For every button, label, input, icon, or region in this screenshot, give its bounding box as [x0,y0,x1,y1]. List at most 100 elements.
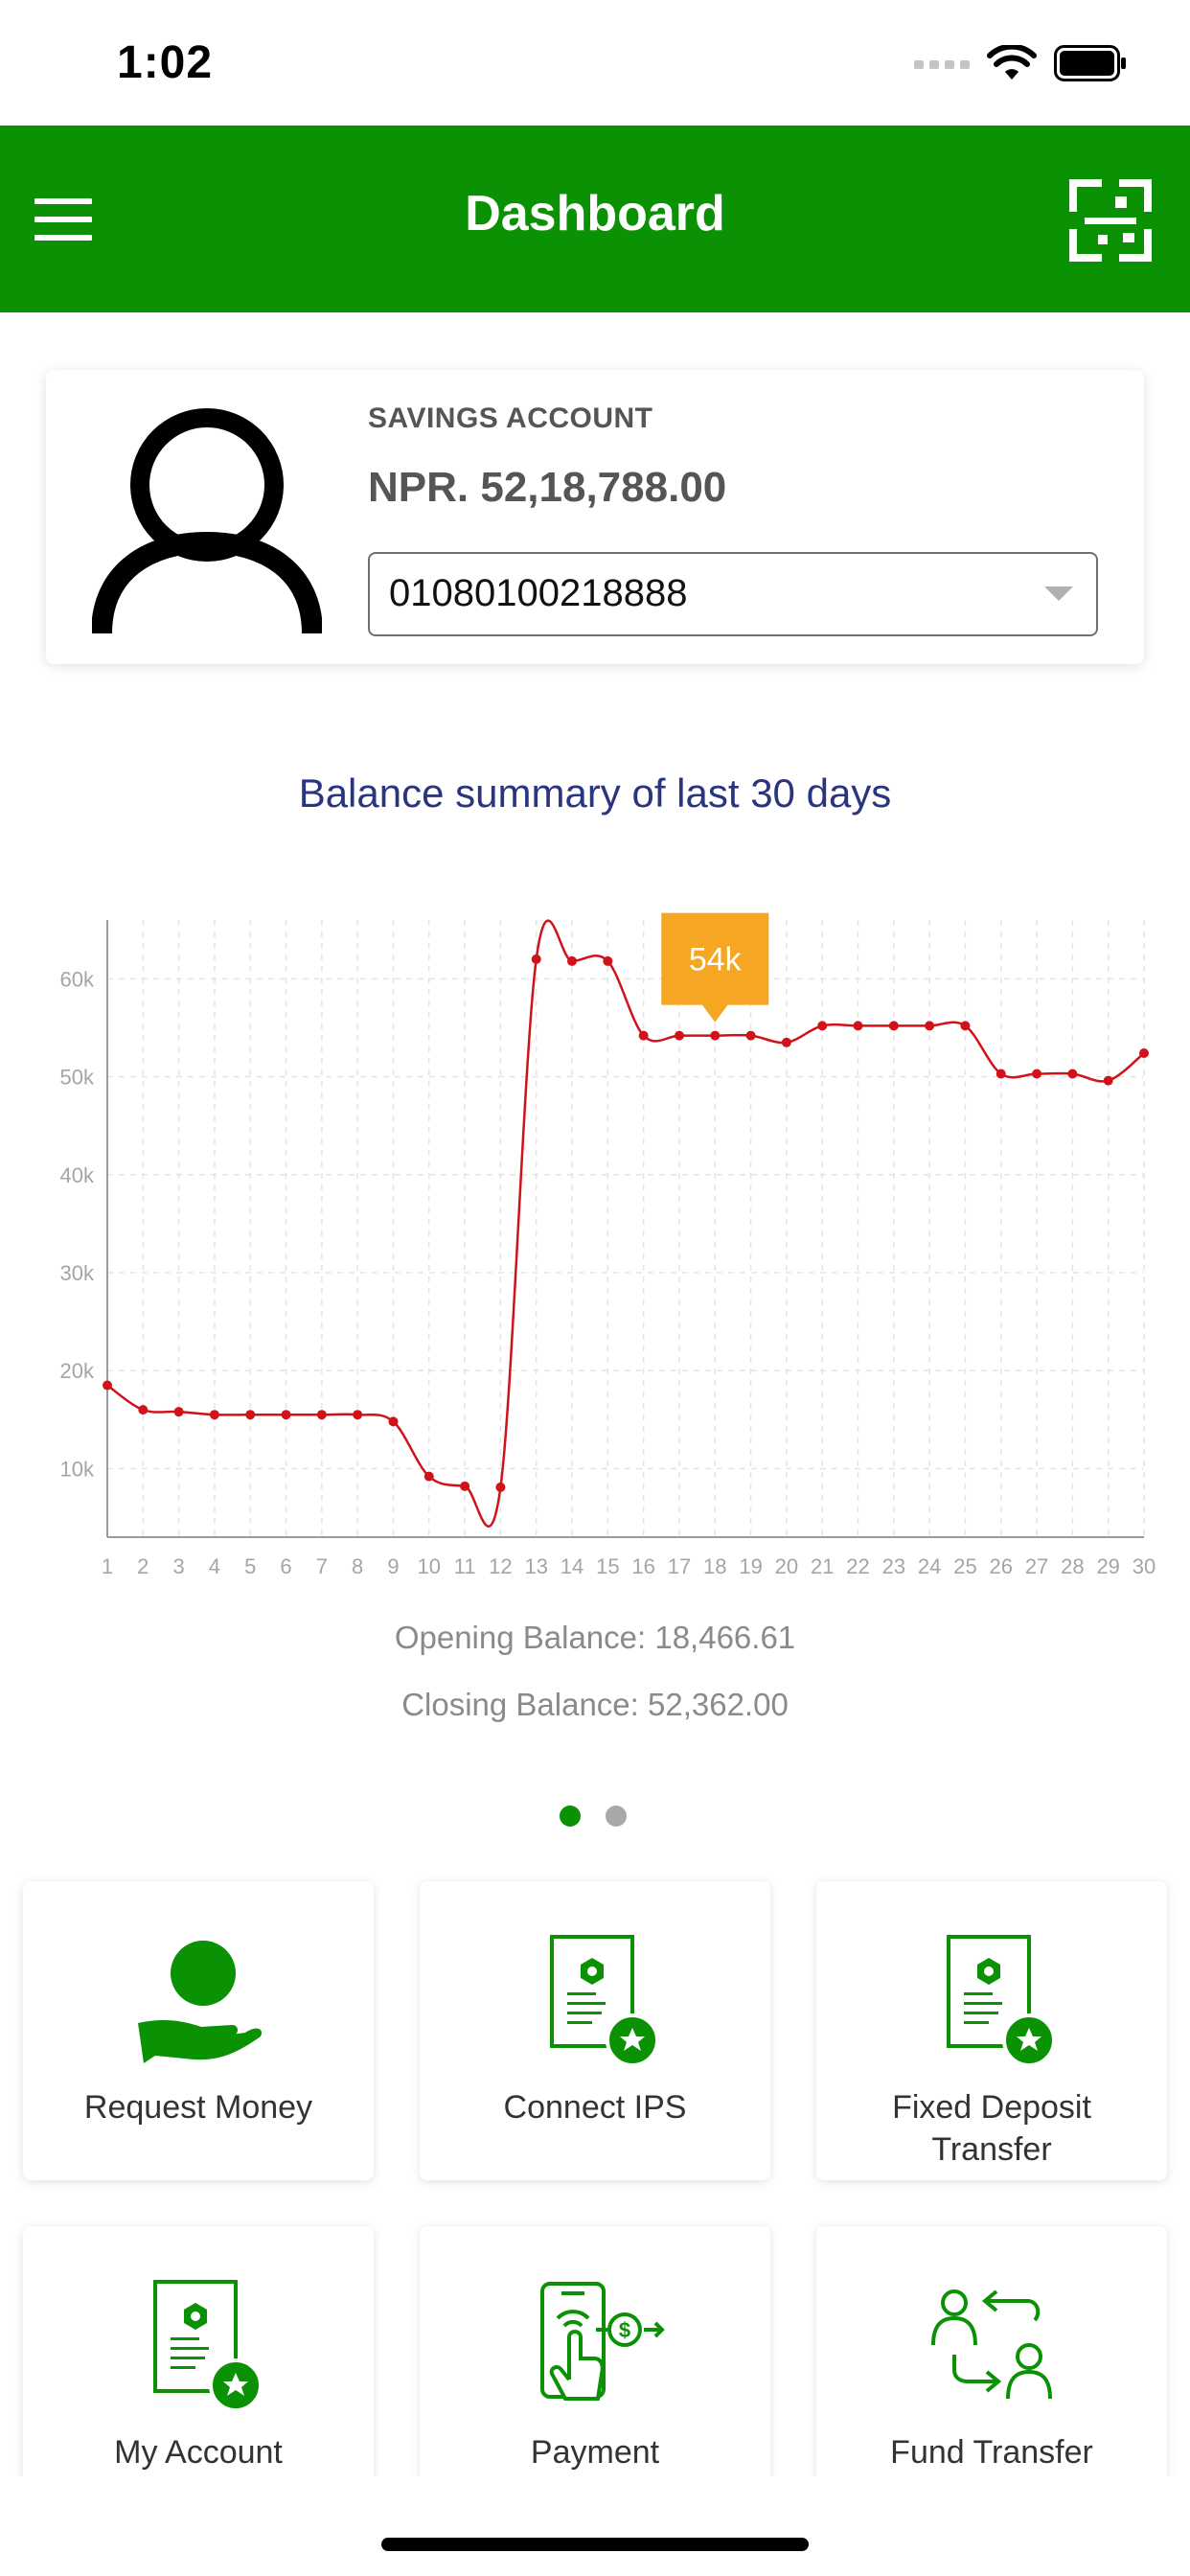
data-point [925,1021,935,1031]
fund-transfer-icon [931,2289,1052,2400]
data-point [388,1416,399,1427]
data-point [567,955,578,966]
opening-balance: Opening Balance: 18,466.61 [394,1620,796,1655]
series-line-balance [106,919,1145,1529]
status-time: 1:02 [117,37,214,88]
data-point [1103,1075,1113,1086]
tile-label-line2: Transfer [931,2131,1052,2168]
qr-scan-icon[interactable] [1069,179,1152,262]
signal-icon [914,60,970,69]
data-point [674,1030,684,1041]
tile-fixed-deposit-transfer[interactable]: Fixed Deposit Transfer [816,1881,1167,2180]
x-tick-label: 4 [209,1554,220,1578]
x-tick-label: 1 [102,1554,113,1578]
account-number-dropdown[interactable]: 01080100218888 [368,552,1098,636]
x-tick-label: 30 [1133,1554,1156,1578]
tile-label: Request Money [83,2089,313,2126]
account-number: 01080100218888 [389,572,688,614]
x-tick-label: 19 [739,1554,762,1578]
x-tick-label: 23 [882,1554,905,1578]
x-tick-label: 15 [596,1554,619,1578]
x-tick-label: 2 [137,1554,149,1578]
x-tick-label: 3 [172,1554,184,1578]
certificate-icon [947,1935,1056,2067]
x-tick-label: 14 [561,1554,584,1578]
tooltip-pointer [701,1003,729,1023]
home-indicator[interactable] [381,2538,809,2551]
x-tick-label: 6 [280,1554,291,1578]
x-tick-label: 21 [811,1554,834,1578]
data-point [1032,1069,1042,1079]
data-point [995,1069,1006,1079]
tile-label-line1: Fixed Deposit [892,2089,1091,2126]
chart-title: Balance summary of last 30 days [298,770,892,816]
chevron-down-icon [1044,586,1073,601]
data-point [638,1030,649,1041]
data-point [603,955,613,966]
y-tick-label: 20k [60,1359,95,1383]
x-tick-label: 25 [953,1554,976,1578]
data-point [817,1021,828,1031]
x-tick-label: 9 [387,1554,399,1578]
data-point [245,1410,256,1420]
tile-label: My Account [114,2434,283,2471]
closing-balance: Closing Balance: 52,362.00 [401,1687,789,1722]
x-tick-label: 24 [918,1554,941,1578]
tooltip-label: 54k [689,942,743,978]
y-tick-label: 10k [60,1457,95,1481]
pager-dots [560,1806,627,1827]
data-point [1139,1048,1149,1059]
page-title: Dashboard [465,186,725,242]
data-point [495,1482,506,1492]
data-point [781,1037,791,1047]
bottom-safe-area [0,2476,1190,2576]
y-tick-label: 50k [60,1066,95,1090]
y-tick-label: 30k [60,1261,95,1285]
status-icons [914,44,1127,82]
pager-dot-1[interactable] [560,1806,581,1827]
x-tick-label: 10 [418,1554,441,1578]
account-balance: NPR. 52,18,788.00 [368,464,727,511]
data-point [853,1021,863,1031]
battery-icon [1054,45,1126,81]
data-point [531,954,541,964]
tile-label: Payment [530,2434,660,2471]
data-point [1067,1069,1078,1079]
data-point [710,1030,721,1041]
data-point [173,1407,184,1417]
x-tick-label: 29 [1096,1554,1119,1578]
account-card: SAVINGS ACCOUNT NPR. 52,18,788.00 010801… [46,370,1144,664]
x-tick-label: 26 [990,1554,1013,1578]
x-tick-label: 12 [489,1554,512,1578]
data-point [745,1030,756,1041]
tile-label: Connect IPS [503,2089,687,2126]
data-point [103,1380,112,1391]
certificate-icon [550,1935,659,2067]
data-point [353,1410,363,1420]
x-tick-label: 17 [668,1554,691,1578]
data-point [888,1021,899,1031]
certificate-icon [153,2280,263,2412]
tile-connect-ips[interactable]: Connect IPS [420,1881,770,2180]
y-tick-label: 60k [60,967,95,991]
tile-label: Fund Transfer [890,2434,1093,2471]
data-point [138,1405,149,1415]
tile-request-money[interactable]: Request Money [23,1881,374,2180]
x-tick-label: 13 [524,1554,547,1578]
pager-dot-2[interactable] [606,1806,627,1827]
svg-text:$: $ [619,2318,630,2342]
wifi-icon [987,45,1037,80]
data-point [316,1410,327,1420]
data-point [423,1471,434,1482]
y-tick-label: 40k [60,1163,95,1187]
data-point [960,1021,971,1031]
x-tick-label: 18 [703,1554,726,1578]
x-tick-label: 22 [846,1554,869,1578]
data-point [460,1481,470,1491]
x-tick-label: 16 [631,1554,654,1578]
request-money-icon [138,1941,263,2063]
app-header: Dashboard [0,126,1190,312]
x-tick-label: 28 [1061,1554,1084,1578]
data-point [209,1410,219,1420]
x-tick-label: 11 [454,1554,476,1578]
